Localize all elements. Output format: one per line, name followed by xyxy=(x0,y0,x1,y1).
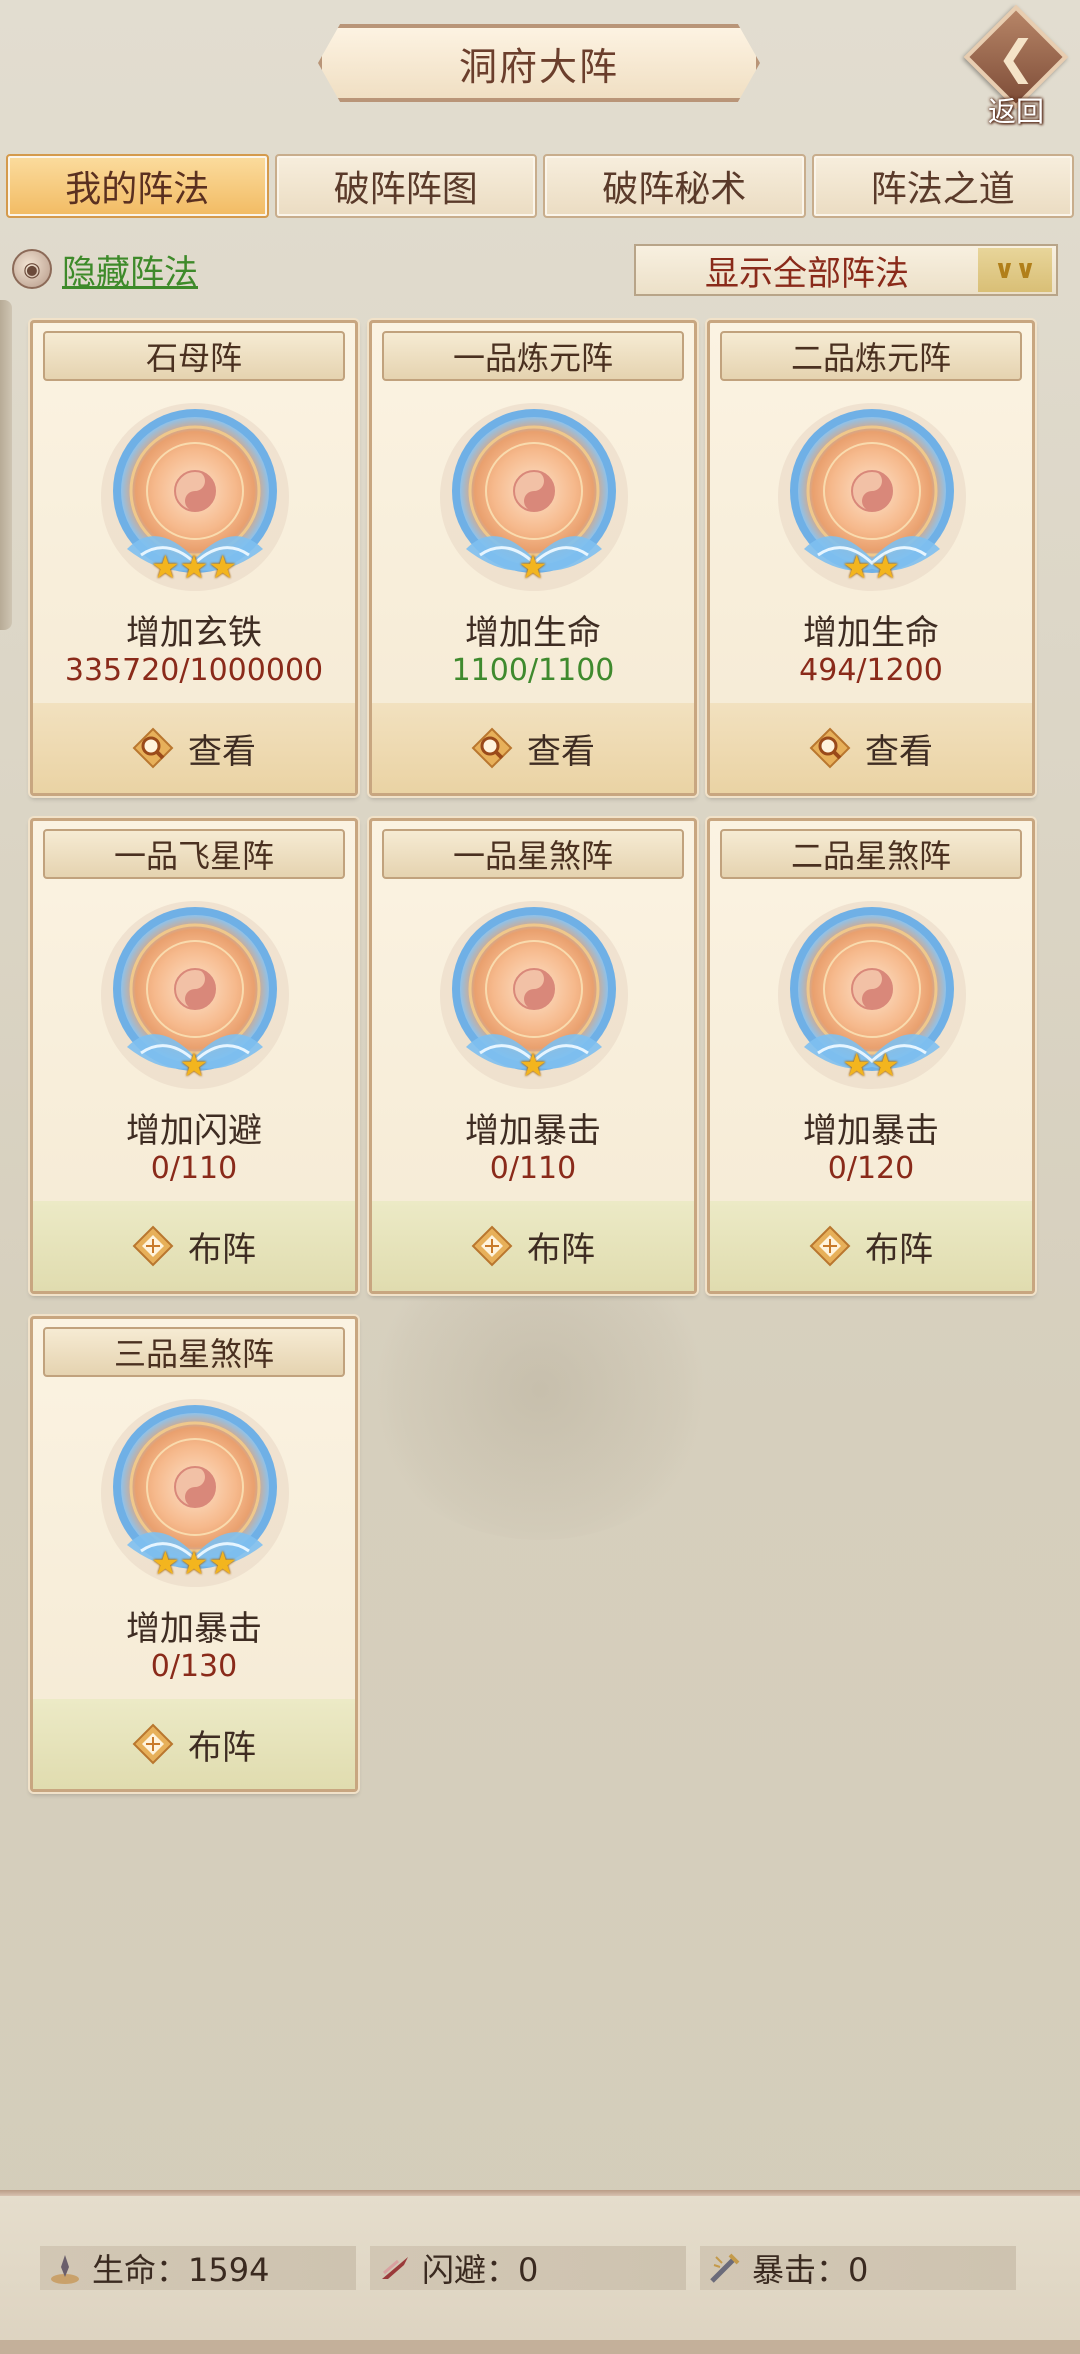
formation-effect: 增加闪避 xyxy=(126,1111,262,1151)
hide-formations-toggle[interactable]: ◉ 隐藏阵法 xyxy=(12,244,198,294)
formation-effect: 增加生命 xyxy=(803,613,939,653)
stat-dodge-label: 闪避：0 xyxy=(422,2251,539,2289)
action-label: 查看 xyxy=(527,731,595,772)
formation-card[interactable]: 一品炼元阵 ★ 增加生命 1100/1100 查看 xyxy=(369,320,697,796)
formation-progress-value: 335720/1000000 xyxy=(64,653,324,688)
star-icon: ★ xyxy=(518,1046,548,1084)
magnifier-icon xyxy=(809,727,851,769)
stat-crit-label: 暴击：0 xyxy=(752,2251,869,2289)
star-rating: ★ ★ xyxy=(710,551,1032,583)
crit-icon xyxy=(708,2251,742,2285)
action-label: 布阵 xyxy=(188,1727,256,1768)
action-label: 查看 xyxy=(865,731,933,772)
star-icon: ★ xyxy=(871,548,900,586)
view-button[interactable]: 查看 xyxy=(710,703,1032,793)
formation-card[interactable]: 二品炼元阵 ★ ★ 增加生命 494/1200 查看 xyxy=(707,320,1035,796)
bottom-border xyxy=(0,2340,1080,2354)
deploy-button[interactable]: 布阵 xyxy=(710,1201,1032,1291)
star-rating: ★ ★ ★ xyxy=(33,551,355,583)
action-label: 布阵 xyxy=(188,1229,256,1270)
stat-crit: 暴击：0 xyxy=(700,2246,1016,2290)
formation-name: 一品星煞阵 xyxy=(382,829,684,879)
star-icon: ★ xyxy=(179,1544,209,1582)
formation-progress-value: 1100/1100 xyxy=(451,653,615,688)
formation-progress-value: 0/120 xyxy=(827,1151,915,1186)
formation-card[interactable]: 一品飞星阵 ★ 增加闪避 0/110 布阵 xyxy=(30,818,358,1294)
star-rating: ★ ★ xyxy=(710,1049,1032,1081)
star-icon: ★ xyxy=(518,548,548,586)
formation-progress-value: 494/1200 xyxy=(799,653,943,688)
deploy-button[interactable]: 布阵 xyxy=(372,1201,694,1291)
star-icon: ★ xyxy=(179,548,209,586)
action-label: 布阵 xyxy=(865,1229,933,1270)
formation-progress-value: 0/110 xyxy=(150,1151,238,1186)
tab-breaking-arts[interactable]: 破阵秘术 xyxy=(543,154,806,218)
back-button[interactable]: ❮ 返回 xyxy=(960,4,1072,128)
star-rating: ★ xyxy=(372,1049,694,1081)
star-rating: ★ xyxy=(372,551,694,583)
deploy-icon xyxy=(132,1723,174,1765)
star-rating: ★ ★ ★ xyxy=(33,1547,355,1579)
stat-life: 生命：1594 xyxy=(40,2246,356,2290)
deploy-icon xyxy=(132,1225,174,1267)
formation-progress-value: 0/130 xyxy=(150,1649,238,1684)
star-icon: ★ xyxy=(150,1544,180,1582)
stat-dodge: 闪避：0 xyxy=(370,2246,686,2290)
tab-formation-way[interactable]: 阵法之道 xyxy=(811,154,1074,218)
star-icon: ★ xyxy=(208,1544,238,1582)
page-title: 洞府大阵 xyxy=(318,24,760,102)
formation-name: 三品星煞阵 xyxy=(43,1327,345,1377)
filter-selected-value: 显示全部阵法 xyxy=(705,253,909,294)
deploy-button[interactable]: 布阵 xyxy=(33,1699,355,1789)
tab-my-formations[interactable]: 我的阵法 xyxy=(6,154,269,218)
formation-card[interactable]: 一品星煞阵 ★ 增加暴击 0/110 布阵 xyxy=(369,818,697,1294)
formation-name: 一品炼元阵 xyxy=(382,331,684,381)
action-label: 布阵 xyxy=(527,1229,595,1270)
star-icon: ★ xyxy=(208,548,238,586)
formation-card[interactable]: 二品星煞阵 ★ ★ 增加暴击 0/120 布阵 xyxy=(707,818,1035,1294)
chevron-down-icon: ∨∨ xyxy=(978,248,1052,292)
formation-name: 二品炼元阵 xyxy=(720,331,1022,381)
life-icon xyxy=(48,2251,82,2285)
formation-effect: 增加玄铁 xyxy=(126,613,262,653)
deploy-icon xyxy=(471,1225,513,1267)
eye-icon: ◉ xyxy=(12,249,52,289)
formation-filter-dropdown[interactable]: 显示全部阵法 ∨∨ xyxy=(634,244,1058,296)
formation-effect: 增加暴击 xyxy=(465,1111,601,1151)
deploy-button[interactable]: 布阵 xyxy=(33,1201,355,1291)
formation-name: 石母阵 xyxy=(43,331,345,381)
formation-effect: 增加暴击 xyxy=(126,1609,262,1649)
back-label: 返回 xyxy=(987,95,1044,128)
star-icon: ★ xyxy=(842,1046,871,1084)
formation-effect: 增加暴击 xyxy=(803,1111,939,1151)
star-icon: ★ xyxy=(871,1046,900,1084)
star-icon: ★ xyxy=(842,548,871,586)
formation-effect: 增加生命 xyxy=(465,613,601,653)
scroll-indicator[interactable] xyxy=(0,300,12,630)
tab-bar: 我的阵法 破阵阵图 破阵秘术 阵法之道 xyxy=(6,154,1074,218)
star-icon: ★ xyxy=(150,548,180,586)
formation-card[interactable]: 三品星煞阵 ★ ★ ★ 增加暴击 0/130 布阵 xyxy=(30,1316,358,1792)
view-button[interactable]: 查看 xyxy=(372,703,694,793)
hide-formations-label: 隐藏阵法 xyxy=(62,252,198,293)
formation-card[interactable]: 石母阵 ★ ★ ★ 增加玄铁 335720/1000000 查看 xyxy=(30,320,358,796)
star-icon: ★ xyxy=(179,1046,209,1084)
action-label: 查看 xyxy=(188,731,256,772)
view-button[interactable]: 查看 xyxy=(33,703,355,793)
tab-formation-maps[interactable]: 破阵阵图 xyxy=(274,154,537,218)
stat-life-label: 生命：1594 xyxy=(92,2251,270,2289)
formation-name: 一品飞星阵 xyxy=(43,829,345,879)
dodge-icon xyxy=(378,2251,412,2285)
deploy-icon xyxy=(809,1225,851,1267)
magnifier-icon xyxy=(471,727,513,769)
formation-name: 二品星煞阵 xyxy=(720,829,1022,879)
star-rating: ★ xyxy=(33,1049,355,1081)
magnifier-icon xyxy=(132,727,174,769)
formation-progress-value: 0/110 xyxy=(489,1151,577,1186)
